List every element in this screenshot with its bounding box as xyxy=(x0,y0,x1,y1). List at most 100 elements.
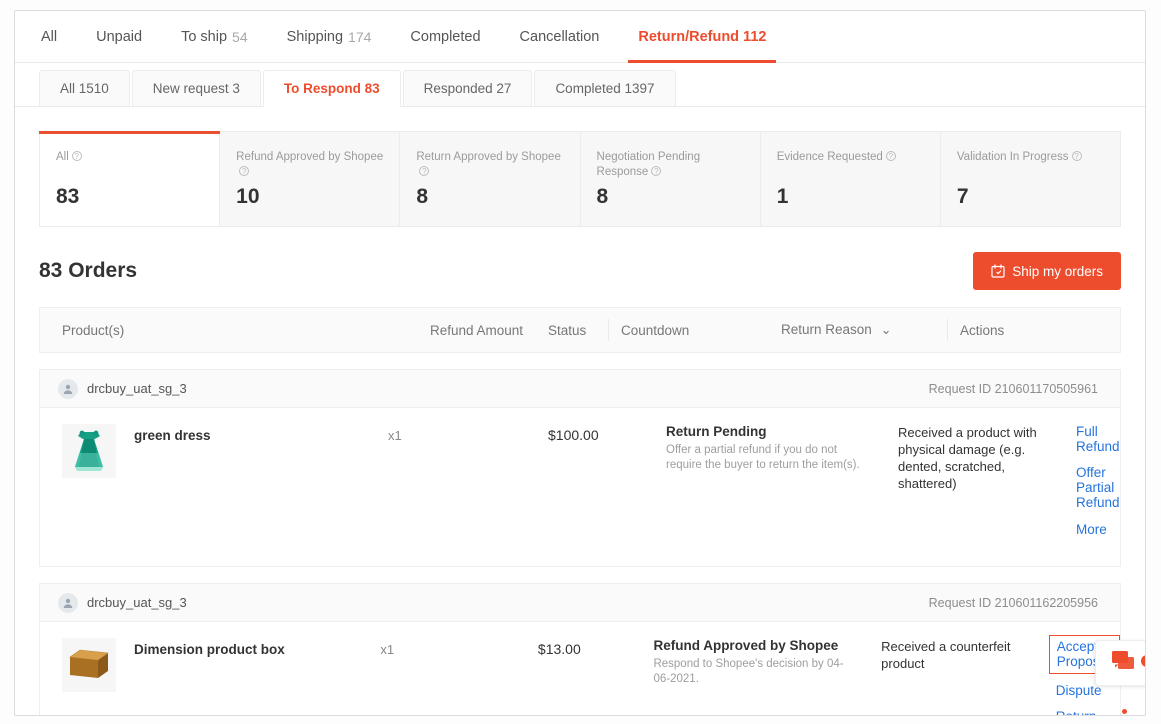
status-card-label-wrap: Return Approved by Shopee? xyxy=(416,150,563,180)
status-card-label: Return Approved by Shopee xyxy=(416,151,561,163)
info-icon[interactable]: ? xyxy=(239,166,250,176)
main-tab-label: Unpaid xyxy=(96,28,143,45)
order-card: drcbuy_uat_sg_3 Request ID 2106011705059… xyxy=(39,369,1121,567)
status-card-return-approved[interactable]: Return Approved by Shopee? 8 xyxy=(400,132,581,226)
action-return-refund-details-label: Return Refund Details xyxy=(1056,709,1100,715)
orders-header: 83 Orders Ship my orders xyxy=(39,249,1121,293)
action-return-refund-details[interactable]: Return Refund Details xyxy=(1056,709,1127,715)
status-card-refund-approved[interactable]: Refund Approved by Shopee? 10 xyxy=(220,132,401,226)
main-tab-label: To ship xyxy=(181,28,228,45)
column-header-status: Status xyxy=(548,322,587,338)
table-header-row: Product(s) Refund Amount Status Countdow… xyxy=(39,307,1121,353)
chevron-down-icon[interactable]: ⌄ xyxy=(881,322,892,337)
product-name: Dimension product box xyxy=(134,642,285,657)
status-card-evidence-requested[interactable]: Evidence Requested? 1 xyxy=(761,132,941,226)
sub-tab-to-respond[interactable]: To Respond 83 xyxy=(262,70,401,107)
status-card-negotiation-pending[interactable]: Negotiation Pending Response? 8 xyxy=(581,132,761,226)
action-offer-partial-refund[interactable]: Offer Partial Refund xyxy=(1076,465,1120,510)
order-card-header: drcbuy_uat_sg_3 Request ID 2106011622059… xyxy=(40,584,1120,622)
product-quantity: x1 xyxy=(380,638,538,715)
status-card-label: All xyxy=(56,151,69,163)
order-card: drcbuy_uat_sg_3 Request ID 2106011622059… xyxy=(39,583,1127,715)
status-title: Refund Approved by Shopee xyxy=(653,638,839,653)
column-header-refund-amount: Refund Amount xyxy=(430,322,524,338)
return-reason-value: Received a counterfeit product xyxy=(881,639,1011,671)
sub-tab-new-request[interactable]: New request 3 xyxy=(131,70,261,107)
product-quantity-value: x1 xyxy=(388,428,402,443)
info-icon[interactable]: ? xyxy=(419,166,430,176)
chat-widget-button[interactable] xyxy=(1095,640,1145,686)
status-card-value: 7 xyxy=(956,185,969,208)
buyer-info[interactable]: drcbuy_uat_sg_3 xyxy=(58,378,187,399)
buyer-info[interactable]: drcbuy_uat_sg_3 xyxy=(58,592,187,613)
buyer-name: drcbuy_uat_sg_3 xyxy=(87,381,187,396)
status-card-label-wrap: Refund Approved by Shopee? xyxy=(236,150,383,180)
order-card-body: Dimension product box x1 $13.00 Refund A… xyxy=(40,622,1127,715)
action-dispute[interactable]: Dispute xyxy=(1056,683,1102,698)
main-tab-shipping[interactable]: Shipping 174 xyxy=(287,11,372,63)
order-card-body: green dress x1 $100.00 Return Pending Of… xyxy=(40,408,1120,566)
column-header-countdown: Countdown xyxy=(621,322,690,338)
sub-tab-label: Responded 27 xyxy=(423,81,512,96)
status-card-value: 83 xyxy=(56,185,80,208)
column-header-return-reason[interactable]: Return Reason ⌄ xyxy=(769,322,947,338)
sub-tab-label: Completed 1397 xyxy=(555,81,655,96)
main-tab-unpaid[interactable]: Unpaid xyxy=(96,11,142,63)
main-tab-to-ship[interactable]: To ship 54 xyxy=(181,11,248,63)
buyer-name: drcbuy_uat_sg_3 xyxy=(87,595,187,610)
user-avatar-icon xyxy=(58,378,78,399)
status-card-label-wrap: All? xyxy=(56,150,203,165)
status-card-validation-in-progress[interactable]: Validation In Progress? 7 xyxy=(941,132,1120,226)
product-quantity-value: x1 xyxy=(380,642,395,657)
request-id: Request ID 210601170505961 xyxy=(928,381,1098,396)
sub-tab-completed[interactable]: Completed 1397 xyxy=(534,70,676,107)
column-header-actions: Actions xyxy=(960,322,1005,338)
status-filter-cards: All? 83 Refund Approved by Shopee? 10 Re… xyxy=(38,131,1121,227)
main-tab-label: Shipping xyxy=(286,28,344,45)
status-card-label-wrap: Negotiation Pending Response? xyxy=(597,150,744,180)
status-card-all[interactable]: All? 83 xyxy=(38,131,221,226)
status-card-label: Evidence Requested xyxy=(776,151,883,163)
order-spacer xyxy=(39,353,1121,369)
return-reason-value: Received a product with physical damage … xyxy=(898,425,1037,491)
ship-my-orders-button[interactable]: Ship my orders xyxy=(973,252,1121,290)
main-tab-label: Completed xyxy=(410,28,481,45)
main-tab-bar: All Unpaid To ship 54 Shipping 174 Compl… xyxy=(15,11,1145,63)
main-tab-completed[interactable]: Completed xyxy=(410,11,480,63)
info-icon[interactable]: ? xyxy=(1071,151,1082,161)
orders-table: Product(s) Refund Amount Status Countdow… xyxy=(39,307,1127,715)
product-cell: green dress xyxy=(40,424,430,548)
sub-tab-all[interactable]: All 1510 xyxy=(39,70,130,107)
main-tab-return-refund[interactable]: Return/Refund 112 xyxy=(628,11,777,63)
ship-my-orders-label: Ship my orders xyxy=(1012,263,1103,279)
status-card-value: 10 xyxy=(236,185,260,208)
status-description: Respond to Shopee's decision by 04-06-20… xyxy=(653,658,844,685)
main-tab-label: Return/Refund 112 xyxy=(638,28,767,45)
action-more[interactable]: More xyxy=(1076,522,1107,537)
sub-tab-responded[interactable]: Responded 27 xyxy=(402,70,533,107)
info-icon[interactable]: ? xyxy=(885,151,896,161)
product-cell: Dimension product box xyxy=(40,638,422,715)
status-title: Return Pending xyxy=(666,424,767,439)
info-icon[interactable]: ? xyxy=(71,151,82,161)
cardboard-box-thumbnail[interactable] xyxy=(62,638,116,692)
sub-tab-label: To Respond 83 xyxy=(283,81,380,96)
column-header-product: Product(s) xyxy=(62,322,125,338)
main-tab-cancellation[interactable]: Cancellation xyxy=(520,11,600,63)
request-id: Request ID 210601162205956 xyxy=(928,595,1098,610)
status-card-label-wrap: Validation In Progress? xyxy=(957,150,1104,165)
main-tab-all[interactable]: All xyxy=(41,11,57,63)
product-name: green dress xyxy=(134,428,211,443)
status-card-label: Refund Approved by Shopee xyxy=(236,151,384,163)
green-dress-thumbnail[interactable] xyxy=(62,424,116,478)
action-full-refund[interactable]: Full Refund xyxy=(1076,424,1120,454)
sub-tab-label: New request 3 xyxy=(152,81,240,96)
sub-tab-bar: All 1510 New request 3 To Respond 83 Res… xyxy=(15,63,1145,107)
main-tab-count: 54 xyxy=(232,28,248,45)
info-icon[interactable]: ? xyxy=(651,166,662,176)
status-card-label: Negotiation Pending Response xyxy=(596,151,701,178)
status-card-label-wrap: Evidence Requested? xyxy=(777,150,924,165)
main-tab-count: 174 xyxy=(348,28,372,45)
order-card-header: drcbuy_uat_sg_3 Request ID 2106011705059… xyxy=(40,370,1120,408)
status-card-value: 1 xyxy=(776,185,789,208)
